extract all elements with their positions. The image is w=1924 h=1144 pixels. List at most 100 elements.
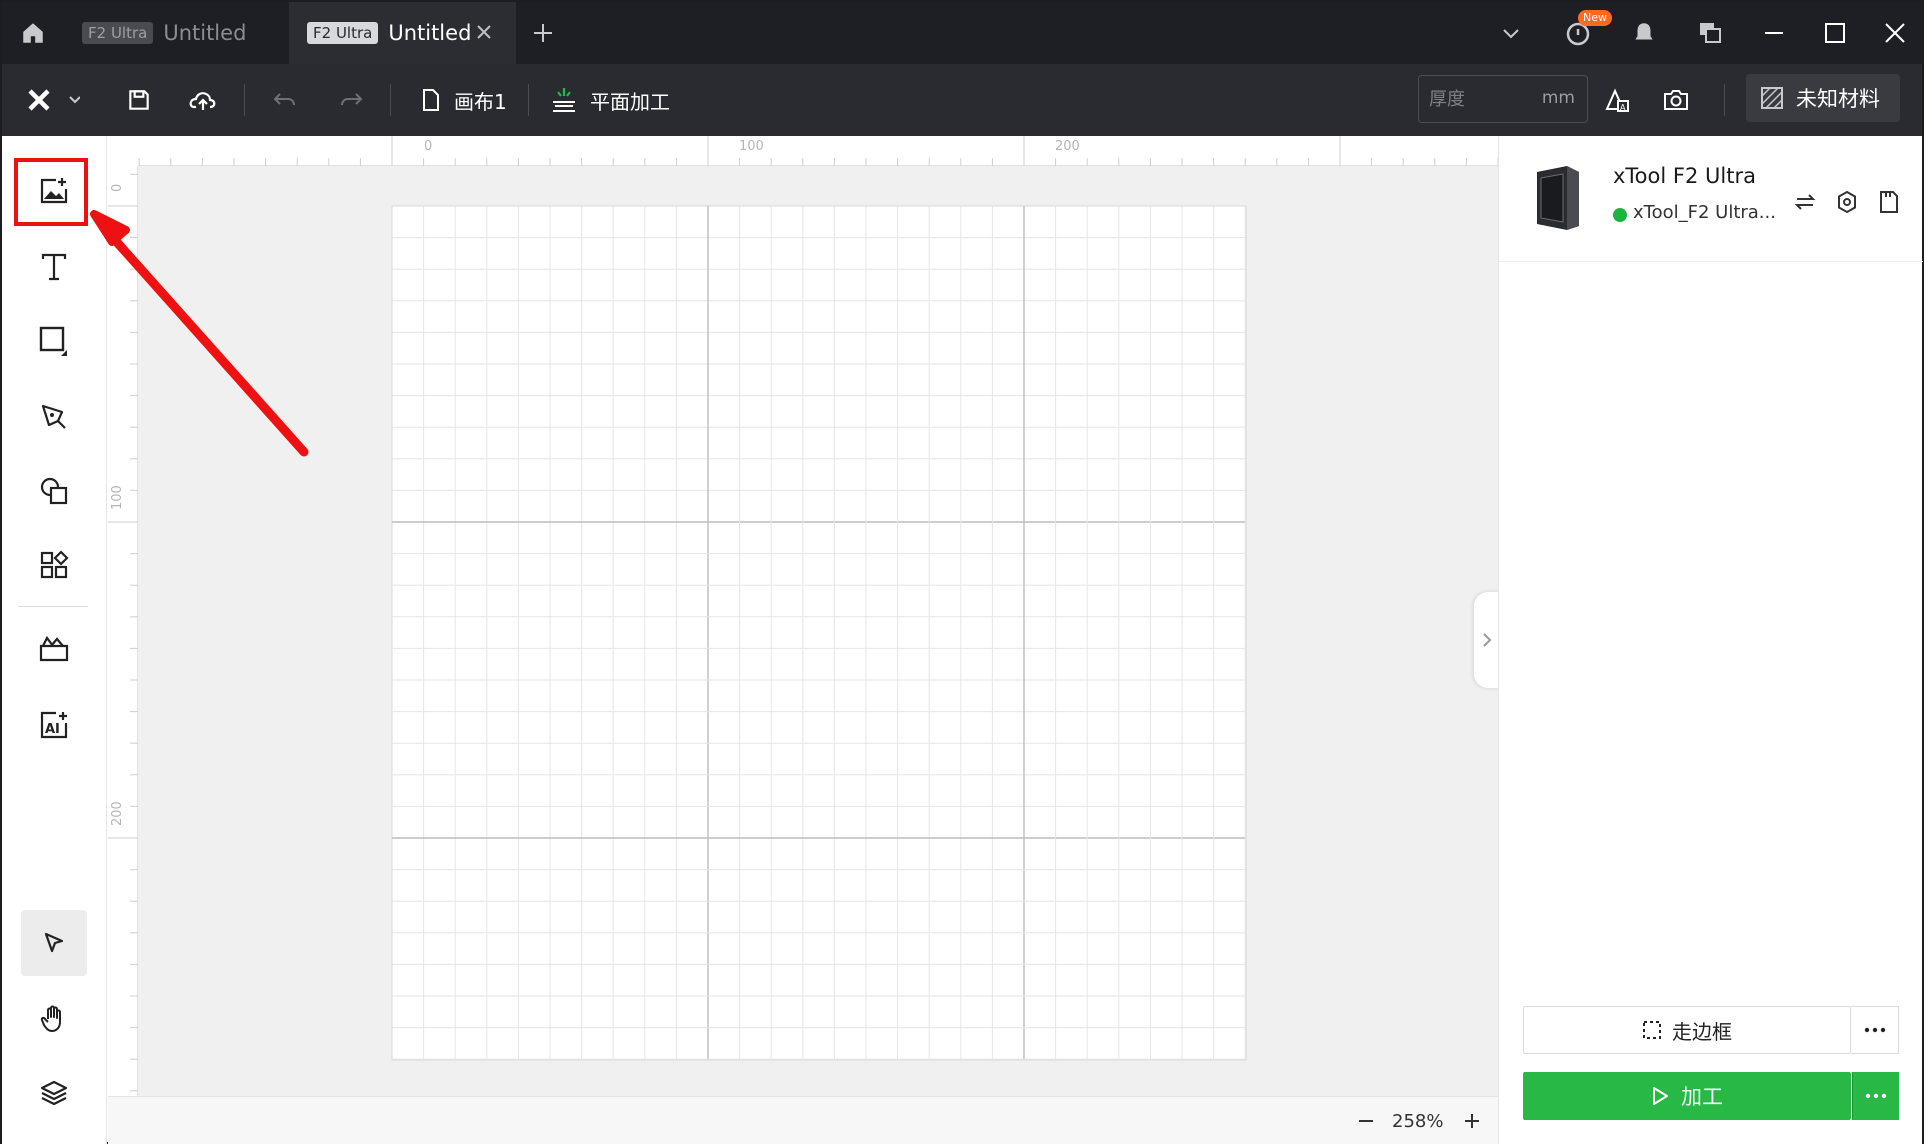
frame-button[interactable]: 走边框 xyxy=(1523,1006,1851,1054)
main-toolbar: 画布1 平面加工 mm A 未知材料 xyxy=(2,64,1922,136)
material-selector[interactable]: 未知材料 xyxy=(1746,74,1900,122)
pen-tool-button[interactable] xyxy=(21,384,87,450)
cloud-upload-button[interactable] xyxy=(188,83,218,117)
chevron-right-icon xyxy=(1483,633,1492,647)
close-window-button[interactable] xyxy=(1878,16,1912,50)
svg-text:A: A xyxy=(1620,103,1626,112)
maximize-button[interactable] xyxy=(1818,16,1852,50)
sd-card-icon xyxy=(1880,191,1898,213)
machine-chip: F2 Ultra xyxy=(82,22,154,44)
device-settings-button[interactable] xyxy=(1833,188,1861,216)
start-process-button[interactable]: 加工 xyxy=(1523,1072,1851,1120)
sidebar-divider xyxy=(18,606,88,607)
chevron-down-icon xyxy=(1503,29,1519,39)
device-connection-name: xTool_F2 Ultra... xyxy=(1633,202,1776,223)
svg-text:AI: AI xyxy=(45,722,60,737)
more-icon xyxy=(1865,1093,1887,1099)
tab-title: Untitled xyxy=(163,21,247,45)
undo-icon xyxy=(273,93,295,106)
undo-button[interactable] xyxy=(272,83,298,117)
toolbar-divider xyxy=(528,84,529,116)
rectangle-icon xyxy=(39,326,67,356)
camera-button[interactable] xyxy=(1662,83,1690,117)
thickness-input[interactable] xyxy=(1429,86,1529,112)
multi-window-button[interactable] xyxy=(1693,16,1727,50)
canvas-selector[interactable]: 画布1 xyxy=(420,83,507,117)
text-icon xyxy=(41,253,67,281)
material-library-icon xyxy=(39,635,69,662)
device-storage-button[interactable] xyxy=(1875,188,1903,216)
settings-icon xyxy=(1838,190,1856,214)
thickness-field[interactable]: mm xyxy=(1418,75,1588,123)
basic-shapes-button[interactable] xyxy=(21,458,87,524)
shapes-icon xyxy=(40,477,68,505)
machine-chip: F2 Ultra xyxy=(307,22,379,44)
notifications-button[interactable] xyxy=(1627,16,1661,50)
redo-icon xyxy=(341,93,363,106)
app-menu-button[interactable] xyxy=(26,83,80,117)
auto-measure-button[interactable]: A xyxy=(1602,83,1632,117)
material-label: 未知材料 xyxy=(1796,87,1880,111)
layers-icon xyxy=(40,1080,68,1106)
new-tab-button[interactable] xyxy=(526,16,560,50)
document-icon xyxy=(423,89,439,111)
canvas-statusbar: 258% xyxy=(108,1096,1498,1144)
redo-button[interactable] xyxy=(338,83,364,117)
right-panel-toggle[interactable] xyxy=(1474,592,1500,688)
save-icon xyxy=(129,90,149,110)
play-icon xyxy=(1653,1087,1668,1105)
ai-image-button[interactable]: AI xyxy=(21,692,87,758)
zoom-level: 258% xyxy=(1392,1111,1444,1132)
camera-icon xyxy=(1664,90,1688,110)
toolbar-divider xyxy=(1724,84,1725,116)
shape-tool-button[interactable] xyxy=(21,308,87,374)
right-panel: xTool F2 Ultra xTool_F2 Ultra... 走边框 加工 xyxy=(1498,136,1923,1144)
maximize-icon xyxy=(1825,23,1845,43)
material-library-button[interactable] xyxy=(21,616,87,682)
process-label: 加工 xyxy=(1681,1085,1723,1109)
tab-untitled-1[interactable]: F2 Ultra Untitled xyxy=(64,2,288,64)
select-tool-button[interactable] xyxy=(21,910,87,976)
home-button[interactable] xyxy=(2,2,64,64)
frame-icon xyxy=(1643,1021,1661,1039)
annotation-highlight-box xyxy=(14,158,88,226)
xtool-logo-icon xyxy=(28,89,80,111)
canvas-label: 画布1 xyxy=(454,89,507,114)
frame-options-button[interactable] xyxy=(1851,1006,1899,1054)
select-arrow-icon xyxy=(44,932,64,953)
thickness-unit: mm xyxy=(1541,88,1575,108)
left-toolbar: AI xyxy=(2,136,107,1144)
elements-library-button[interactable] xyxy=(21,532,87,598)
tab-title: Untitled xyxy=(388,21,472,45)
more-icon xyxy=(1864,1027,1885,1033)
minus-icon xyxy=(1359,1120,1373,1122)
zoom-in-button[interactable] xyxy=(1458,1107,1486,1135)
tab-untitled-2[interactable]: F2 Ultra Untitled xyxy=(289,2,516,64)
close-icon xyxy=(1885,23,1905,43)
auto-measure-icon: A xyxy=(1605,88,1629,112)
layers-button[interactable] xyxy=(21,1060,87,1126)
windows-icon xyxy=(1700,23,1721,43)
minimize-icon xyxy=(1765,32,1783,34)
tabs-dropdown-button[interactable] xyxy=(1494,16,1528,50)
mode-label: 平面加工 xyxy=(590,89,670,114)
tab-close-button[interactable] xyxy=(472,20,496,44)
processing-mode-selector[interactable]: 平面加工 xyxy=(550,83,670,117)
laser-flat-icon xyxy=(553,88,575,112)
machine-image xyxy=(1537,166,1579,230)
bell-icon xyxy=(1635,23,1653,42)
save-button[interactable] xyxy=(126,83,152,117)
switch-device-button[interactable] xyxy=(1791,188,1819,216)
connection-status-dot xyxy=(1613,208,1627,222)
work-area-grid xyxy=(391,205,1247,1061)
minimize-button[interactable] xyxy=(1757,16,1791,50)
pen-icon xyxy=(41,404,66,429)
text-tool-button[interactable] xyxy=(21,234,87,300)
zoom-out-button[interactable] xyxy=(1352,1107,1380,1135)
hand-tool-button[interactable] xyxy=(21,986,87,1052)
cloud-upload-icon xyxy=(189,92,216,110)
canvas-area[interactable]: 0 100 200 0 100 200 xyxy=(108,136,1498,1096)
frame-label: 走边框 xyxy=(1672,1019,1732,1044)
material-icon xyxy=(1761,87,1783,109)
process-options-button[interactable] xyxy=(1852,1072,1899,1120)
